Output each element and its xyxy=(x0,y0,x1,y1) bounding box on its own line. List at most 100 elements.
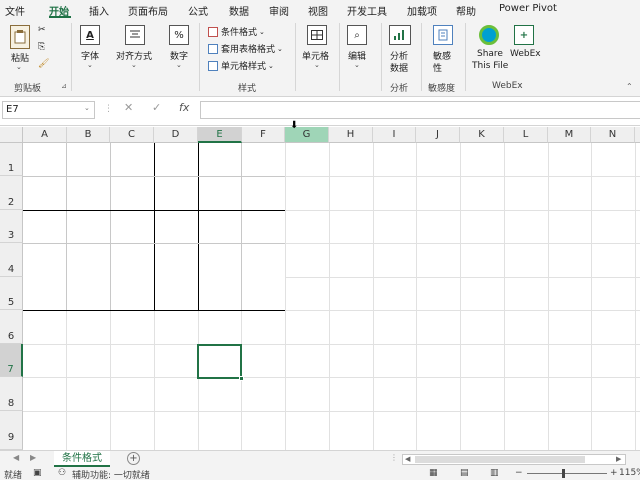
scroll-left-icon[interactable]: ◀ xyxy=(405,455,410,463)
sheet-tab-bar: ◀ ▶ 条件格式 + ⋮ ◀ ▶ xyxy=(0,450,640,467)
row-header[interactable]: 8 xyxy=(0,377,23,411)
gridline xyxy=(329,143,330,450)
row-header[interactable]: 4 xyxy=(0,243,23,277)
share-label-1: Share xyxy=(477,49,503,59)
group-separator xyxy=(339,23,340,91)
add-sheet-button[interactable]: + xyxy=(127,452,140,465)
insert-function-icon[interactable]: fx xyxy=(179,101,189,114)
column-select-cursor-icon: ⬇ xyxy=(290,120,299,131)
tab-split-handle-icon[interactable]: ⋮ xyxy=(390,453,398,462)
table-format-icon xyxy=(208,43,218,54)
tab-file[interactable]: 文件 xyxy=(5,3,25,18)
tab-developer[interactable]: 开发工具 xyxy=(347,3,387,18)
tab-page-layout[interactable]: 页面布局 xyxy=(128,3,168,18)
format-painter-icon[interactable]: 🖌 xyxy=(38,59,49,69)
zoom-level[interactable]: 115% xyxy=(619,468,640,478)
zoom-slider[interactable] xyxy=(527,473,607,474)
column-header[interactable]: K xyxy=(460,127,504,143)
cell-styles-button[interactable]: 单元格样式 ⌄ xyxy=(208,59,274,72)
cut-icon[interactable]: ✂ xyxy=(38,25,46,35)
cell-grid[interactable] xyxy=(23,143,640,450)
gridline xyxy=(416,143,417,450)
row-header-selected[interactable]: 7 xyxy=(0,344,23,377)
cells-icon xyxy=(307,25,327,45)
column-header[interactable]: C xyxy=(110,127,154,143)
gridline xyxy=(198,310,199,450)
sensitivity-group-label: 敏感度 xyxy=(428,84,456,94)
dialog-launcher-icon[interactable]: ⊿ xyxy=(61,82,67,90)
column-header[interactable]: A xyxy=(23,127,67,143)
page-layout-view-icon[interactable]: ▤ xyxy=(460,468,469,478)
row-header[interactable]: 3 xyxy=(0,210,23,243)
horizontal-scrollbar[interactable]: ◀ ▶ xyxy=(402,454,626,465)
analyze-data-icon xyxy=(389,25,411,45)
styles-group-label: 样式 xyxy=(238,84,257,94)
confirm-icon[interactable]: ✓ xyxy=(152,101,161,114)
column-header-partial[interactable] xyxy=(635,127,640,143)
chevron-down-icon: ⌄ xyxy=(131,61,137,69)
tab-review[interactable]: 审阅 xyxy=(269,3,289,18)
column-header[interactable]: D xyxy=(154,127,198,143)
page-break-view-icon[interactable]: ▥ xyxy=(490,468,499,478)
column-header-selected[interactable]: E xyxy=(198,127,242,143)
next-sheet-icon[interactable]: ▶ xyxy=(30,453,36,462)
scrollbar-thumb[interactable] xyxy=(415,456,585,463)
column-header[interactable]: L xyxy=(504,127,548,143)
group-separator xyxy=(381,23,382,91)
cell-styles-icon xyxy=(208,60,218,71)
group-separator xyxy=(295,23,296,91)
prev-sheet-icon[interactable]: ◀ xyxy=(13,453,19,462)
collapse-ribbon-icon[interactable]: ⌃ xyxy=(626,82,633,91)
zoom-in-icon[interactable]: + xyxy=(610,468,618,478)
selected-cell[interactable] xyxy=(197,344,242,379)
clipboard-icon xyxy=(10,25,30,49)
name-box[interactable]: E7 xyxy=(2,101,95,119)
tab-insert[interactable]: 插入 xyxy=(89,3,109,18)
column-header[interactable]: N xyxy=(591,127,635,143)
row-header[interactable]: 9 xyxy=(0,411,23,450)
name-box-dropdown-icon[interactable]: ⌄ xyxy=(84,104,90,112)
macro-record-icon[interactable]: ▣ xyxy=(33,468,42,478)
formula-bar-drag-icon[interactable]: ⋮ xyxy=(104,104,113,114)
active-tab-indicator xyxy=(49,16,71,18)
tab-addins[interactable]: 加载项 xyxy=(407,3,437,18)
accessibility-status[interactable]: 辅助功能: 一切就绪 xyxy=(72,468,150,480)
analysis-group-label: 分析 xyxy=(390,84,409,94)
sheet-tab[interactable]: 条件格式 xyxy=(54,451,110,467)
gridline xyxy=(504,143,505,450)
row-header[interactable]: 6 xyxy=(0,310,23,344)
gridline xyxy=(23,377,640,378)
formula-input[interactable] xyxy=(200,101,640,119)
tab-help[interactable]: 帮助 xyxy=(456,3,476,18)
column-header[interactable]: J xyxy=(416,127,460,143)
select-all-button[interactable] xyxy=(0,127,23,143)
cell-border xyxy=(23,243,285,244)
add-icon: + xyxy=(514,25,534,45)
row-header[interactable]: 5 xyxy=(0,277,23,310)
normal-view-icon[interactable]: ▦ xyxy=(429,468,438,478)
column-header[interactable]: H xyxy=(329,127,373,143)
column-header[interactable]: F xyxy=(242,127,285,143)
scroll-right-icon[interactable]: ▶ xyxy=(616,455,621,463)
row-header[interactable]: 1 xyxy=(0,143,23,176)
column-header[interactable]: I xyxy=(373,127,416,143)
format-as-table-button[interactable]: 套用表格格式 ⌄ xyxy=(208,42,283,55)
accessibility-icon[interactable]: ⚇ xyxy=(58,468,66,478)
analyze-data-label-2: 数据 xyxy=(390,64,409,74)
cell-border xyxy=(198,143,199,310)
fill-handle[interactable] xyxy=(239,376,244,381)
cancel-icon[interactable]: ✕ xyxy=(124,101,133,114)
conditional-format-button[interactable]: 条件格式 ⌄ xyxy=(208,25,265,38)
zoom-out-icon[interactable]: − xyxy=(515,468,523,478)
gridline xyxy=(373,143,374,450)
column-header[interactable]: M xyxy=(548,127,591,143)
tab-data[interactable]: 数据 xyxy=(229,3,249,18)
cell-border xyxy=(154,143,155,310)
zoom-slider-thumb[interactable] xyxy=(562,469,565,478)
tab-power-pivot[interactable]: Power Pivot xyxy=(499,3,557,14)
row-header[interactable]: 2 xyxy=(0,176,23,210)
tab-view[interactable]: 视图 xyxy=(308,3,328,18)
column-header[interactable]: B xyxy=(67,127,110,143)
copy-icon[interactable]: ⎘ xyxy=(38,42,45,52)
tab-formulas[interactable]: 公式 xyxy=(188,3,208,18)
